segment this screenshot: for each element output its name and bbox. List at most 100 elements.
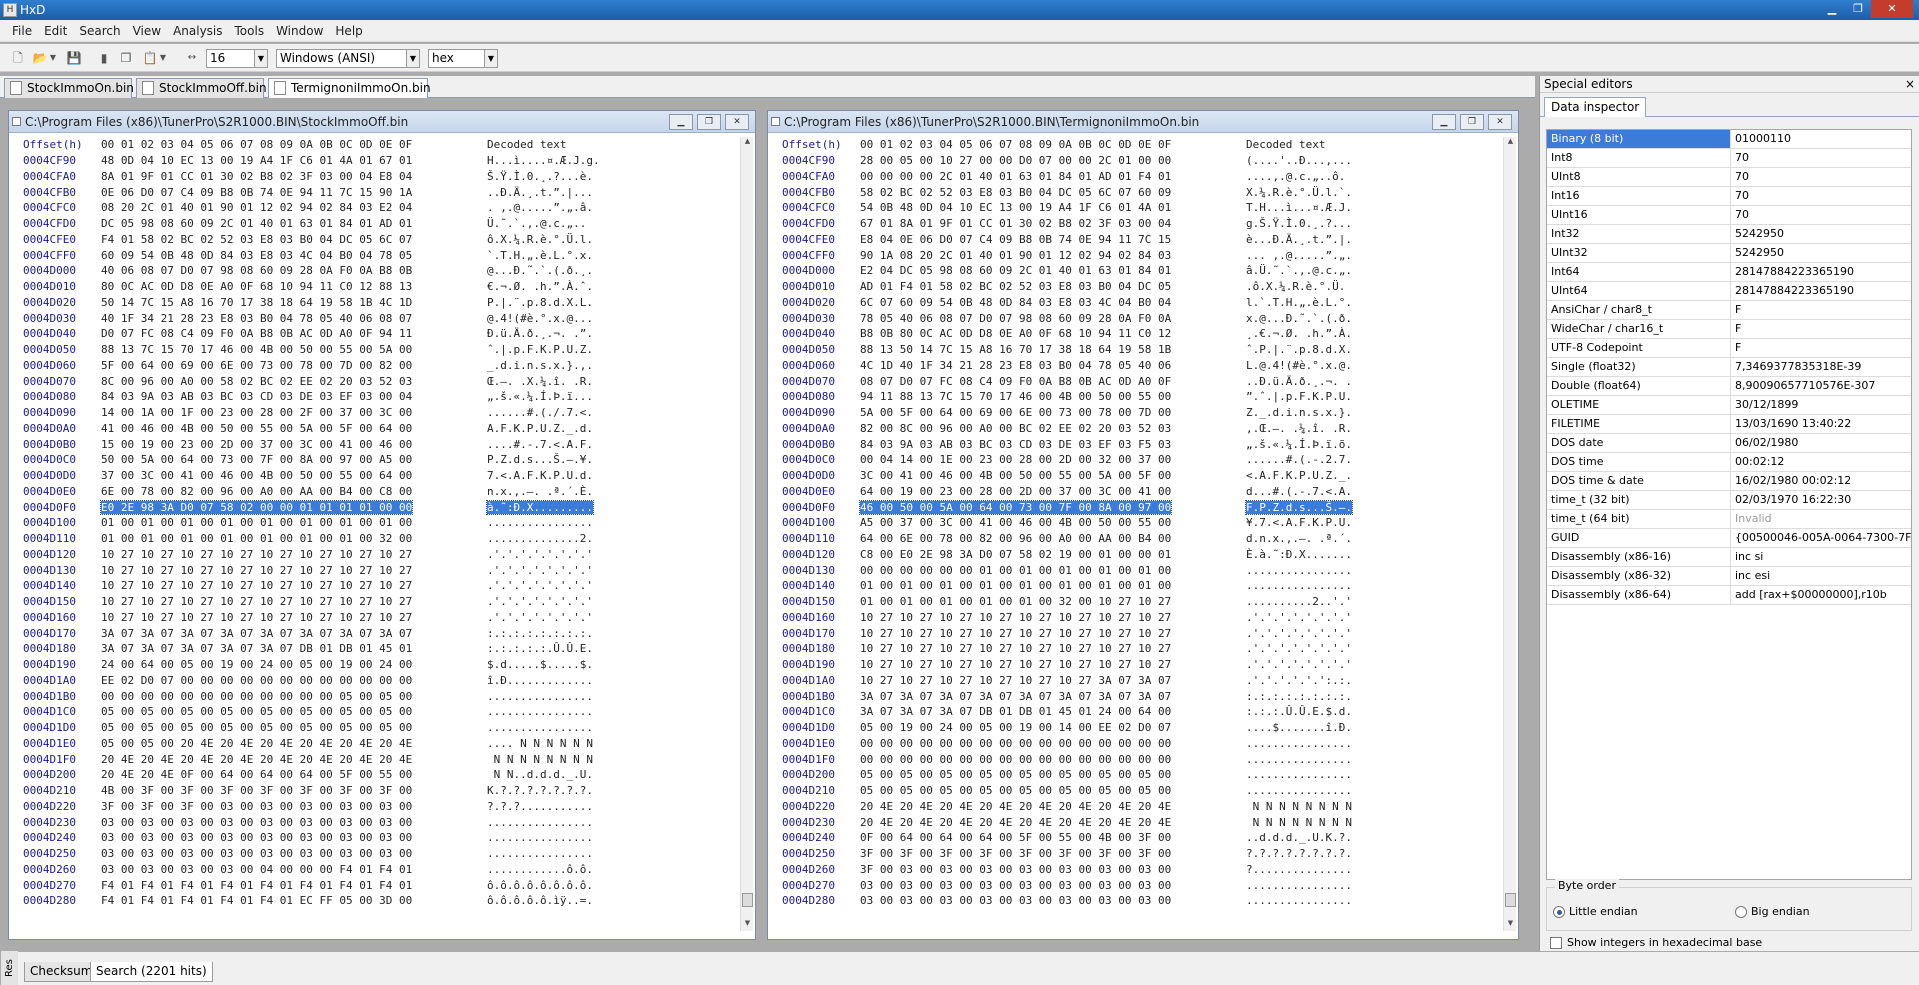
row-decoded-text[interactable]: ................	[1246, 736, 1376, 752]
inspector-value[interactable]: 06/02/1980	[1731, 434, 1911, 452]
row-decoded-text[interactable]: .'.'.'.'.'.'.'.'	[1246, 641, 1376, 657]
row-hex-bytes[interactable]: 90 1A 08 20 2C 01 40 01 90 01 12 02 94 0…	[860, 248, 1246, 264]
row-hex-bytes[interactable]: 10 27 10 27 10 27 10 27 10 27 10 27 10 2…	[860, 626, 1246, 642]
row-hex-bytes[interactable]: 82 00 8C 00 96 00 A0 00 BC 02 EE 02 20 0…	[860, 421, 1246, 437]
row-decoded-text[interactable]: ................	[1246, 878, 1376, 894]
inspector-value[interactable]: 28147884223365190	[1731, 263, 1911, 281]
menu-analysis[interactable]: Analysis	[167, 24, 228, 38]
row-hex-bytes[interactable]: 05 00 05 00 05 00 05 00 05 00 05 00 05 0…	[860, 783, 1246, 799]
row-hex-bytes[interactable]: 37 00 3C 00 41 00 46 00 4B 00 50 00 55 0…	[101, 468, 487, 484]
row-hex-bytes[interactable]: 05 00 19 00 24 00 05 00 19 00 14 00 EE 0…	[860, 720, 1246, 736]
row-hex-bytes[interactable]: AD 01 F4 01 58 02 BC 02 52 03 E8 03 B0 0…	[860, 279, 1246, 295]
tab-termignoniimmoon[interactable]: TermignoniImmoOn.bin	[268, 78, 431, 99]
row-decoded-text[interactable]: „.š.«.¼.Í.Þ.ï...	[487, 389, 617, 405]
row-hex-bytes[interactable]: E8 04 0E 06 D0 07 C4 09 B8 0B 74 0E 94 1…	[860, 232, 1246, 248]
row-hex-bytes[interactable]: 40 06 08 07 D0 07 98 08 60 09 28 0A F0 0…	[101, 263, 487, 279]
menu-edit[interactable]: Edit	[38, 24, 73, 38]
inspector-row[interactable]: AnsiChar / char8_t F	[1547, 301, 1911, 320]
menu-tools[interactable]: Tools	[229, 24, 271, 38]
inspector-row[interactable]: FILETIME 13/03/1690 13:40:22	[1547, 415, 1911, 434]
row-decoded-text[interactable]: Œ.–. .X.¼.î. .R.	[487, 374, 617, 390]
row-decoded-text[interactable]: H...ì....¤.Æ.J.g.	[487, 153, 617, 169]
row-hex-bytes[interactable]: 46 00 50 00 5A 00 64 00 73 00 7F 00 8A 0…	[858, 499, 1246, 516]
scroll-down-icon[interactable]: ▼	[741, 919, 754, 931]
row-hex-bytes[interactable]: D0 07 FC 08 C4 09 F0 0A B8 0B AC 0D A0 0…	[101, 326, 487, 342]
row-hex-bytes[interactable]: EE 02 D0 07 00 00 00 00 00 00 00 00 00 0…	[101, 673, 487, 689]
inspector-value[interactable]: 5242950	[1731, 244, 1911, 262]
row-decoded-text[interactable]: .'.'.'.'.'.'.'.'	[487, 563, 617, 579]
row-hex-bytes[interactable]: 00 00 00 00 2C 01 40 01 63 01 84 01 AD 0…	[860, 169, 1246, 185]
row-decoded-text[interactable]: @.4!(#è.°.x.@...	[487, 311, 617, 327]
paste-icon[interactable]: 📋	[142, 50, 158, 66]
row-decoded-text[interactable]: n.x.‚.–. .ª.´.È.	[487, 484, 617, 500]
inspector-row[interactable]: UTF-8 Codepoint F	[1547, 339, 1911, 358]
row-hex-bytes[interactable]: 03 00 03 00 03 00 03 00 03 00 03 00 03 0…	[860, 893, 1246, 909]
row-hex-bytes[interactable]: 8A 01 9F 01 CC 01 30 02 B8 02 3F 03 00 0…	[101, 169, 487, 185]
inspector-row[interactable]: UInt16 70	[1547, 206, 1911, 225]
row-hex-bytes[interactable]: A5 00 37 00 3C 00 41 00 46 00 4B 00 50 0…	[860, 515, 1246, 531]
row-hex-bytes[interactable]: 60 09 54 0B 48 0D 84 03 E8 03 4C 04 B0 0…	[101, 248, 487, 264]
row-decoded-text[interactable]: è...Ð.Ä.¸.t.”.|.	[1246, 232, 1376, 248]
row-decoded-text[interactable]: P.Z.d.s...Š.—.¥.	[487, 452, 617, 468]
inspector-row[interactable]: UInt8 70	[1547, 168, 1911, 187]
inspector-row[interactable]: Disassembly (x86-32) inc esi	[1547, 567, 1911, 586]
row-hex-bytes[interactable]: 00 00 00 00 00 00 01 00 01 00 01 00 01 0…	[860, 563, 1246, 579]
inspector-value[interactable]: F	[1731, 339, 1911, 357]
bytes-per-row-select[interactable]: 16 ▼	[206, 49, 268, 68]
row-hex-bytes[interactable]: 03 00 03 00 03 00 03 00 03 00 03 00 03 0…	[860, 878, 1246, 894]
row-decoded-text[interactable]: ................	[487, 830, 617, 846]
inspector-value[interactable]: 02/03/1970 16:22:30	[1731, 491, 1911, 509]
row-hex-bytes[interactable]: 03 00 03 00 03 00 03 00 03 00 03 00 03 0…	[101, 830, 487, 846]
little-endian-radio[interactable]: Little endian	[1553, 905, 1638, 918]
inspector-value[interactable]: 8,90090657710576E-307	[1731, 377, 1911, 395]
inspector-row[interactable]: time_t (32 bit) 02/03/1970 16:22:30	[1547, 491, 1911, 510]
row-hex-bytes[interactable]: 3A 07 3A 07 3A 07 3A 07 3A 07 3A 07 3A 0…	[101, 626, 487, 642]
row-decoded-text[interactable]: :.:.:.:.:.:.:.:.	[1246, 689, 1376, 705]
inspector-row[interactable]: DOS date 06/02/1980	[1547, 434, 1911, 453]
row-decoded-text[interactable]: ˆ.|.p.F.K.P.U.Z.	[487, 342, 617, 358]
row-decoded-text[interactable]: ....#.-.7.<.A.F.	[487, 437, 617, 453]
row-hex-bytes[interactable]: 58 02 BC 02 52 03 E8 03 B0 04 DC 05 6C 0…	[860, 185, 1246, 201]
inspector-value[interactable]: {00500046-005A-0064-7300-7F008A009700}	[1731, 529, 1911, 547]
row-decoded-text[interactable]: ..d.d.d._.U.K.?.	[1246, 830, 1376, 846]
row-decoded-text[interactable]: ......#.(./.7.<.	[487, 405, 617, 421]
row-decoded-text[interactable]: ... ,.@.....”.„.	[1246, 248, 1376, 264]
row-decoded-text[interactable]: :.:.:.Û.Û.E.$.d.	[1246, 704, 1376, 720]
row-decoded-text[interactable]: T.H...ì...¤.Æ.J.	[1246, 200, 1376, 216]
row-hex-bytes[interactable]: 64 00 6E 00 78 00 82 00 96 00 A0 00 AA 0…	[860, 531, 1246, 547]
row-decoded-text[interactable]: N N N N N N N N	[1246, 815, 1376, 831]
row-hex-bytes[interactable]: 15 00 19 00 23 00 2D 00 37 00 3C 00 41 0…	[101, 437, 487, 453]
row-decoded-text[interactable]: ¸.€.¬.Ø. .h.”.À.	[1246, 326, 1376, 342]
row-decoded-text[interactable]: È.à.˜:Ð.X.......	[1246, 547, 1376, 563]
row-hex-bytes[interactable]: E0 2E 98 3A D0 07 58 02 00 00 01 01 01 0…	[99, 499, 487, 516]
row-hex-bytes[interactable]: 28 00 05 00 10 27 00 00 D0 07 00 00 2C 0…	[860, 153, 1246, 169]
inspector-row[interactable]: Int32 5242950	[1547, 225, 1911, 244]
row-hex-bytes[interactable]: 20 4E 20 4E 20 4E 20 4E 20 4E 20 4E 20 4…	[101, 752, 487, 768]
tab-data-inspector[interactable]: Data inspector	[1544, 97, 1647, 117]
row-hex-bytes[interactable]: 10 27 10 27 10 27 10 27 10 27 10 27 10 2…	[860, 641, 1246, 657]
inspector-row[interactable]: GUID{00500046-005A-0064-7300-7F008A00970…	[1547, 529, 1911, 548]
row-hex-bytes[interactable]: E2 04 DC 05 98 08 60 09 2C 01 40 01 63 0…	[860, 263, 1246, 279]
inspector-value[interactable]: 70	[1731, 149, 1911, 167]
maximize-button[interactable]: ❐	[1460, 114, 1484, 130]
row-decoded-text[interactable]: ................	[487, 515, 617, 531]
inspector-row[interactable]: Disassembly (x86-64) add [rax+$00000000],…	[1547, 586, 1911, 605]
row-decoded-text[interactable]: Ð.ü.Ä.ð.¸.¬. .”.	[487, 326, 617, 342]
menu-view[interactable]: View	[127, 24, 167, 38]
hex-integers-checkbox[interactable]: Show integers in hexadecimal base	[1550, 936, 1762, 949]
scroll-up-icon[interactable]: ▲	[741, 137, 754, 149]
row-hex-bytes[interactable]: 10 27 10 27 10 27 10 27 10 27 10 27 10 2…	[101, 563, 487, 579]
row-hex-bytes[interactable]: 05 00 05 00 05 00 05 00 05 00 05 00 05 0…	[101, 704, 487, 720]
row-decoded-text[interactable]: ................	[487, 846, 617, 862]
row-decoded-text[interactable]: . ,.@.....”.„.â.	[487, 200, 617, 216]
row-hex-bytes[interactable]: 80 0C AC 0D D8 0E A0 0F 68 10 94 11 C0 1…	[101, 279, 487, 295]
row-decoded-text[interactable]: ................	[1246, 767, 1376, 783]
row-hex-bytes[interactable]: 00 00 00 00 00 00 00 00 00 00 00 00 00 0…	[860, 752, 1246, 768]
row-decoded-text[interactable]: @...Ð.˜.`.(.ð.¸.	[487, 263, 617, 279]
row-decoded-text[interactable]: ..Ð.ü.Ä.ð.¸.¬. .	[1246, 374, 1376, 390]
tab-search-results[interactable]: Search (2201 hits)	[90, 962, 213, 982]
inspector-value[interactable]: 70	[1731, 187, 1911, 205]
row-decoded-text[interactable]: d.n.x.‚.–. .ª.´.	[1246, 531, 1376, 547]
inspector-row[interactable]: Double (float64) 8,90090657710576E-307	[1547, 377, 1911, 396]
inspector-value[interactable]: 28147884223365190	[1731, 282, 1911, 300]
